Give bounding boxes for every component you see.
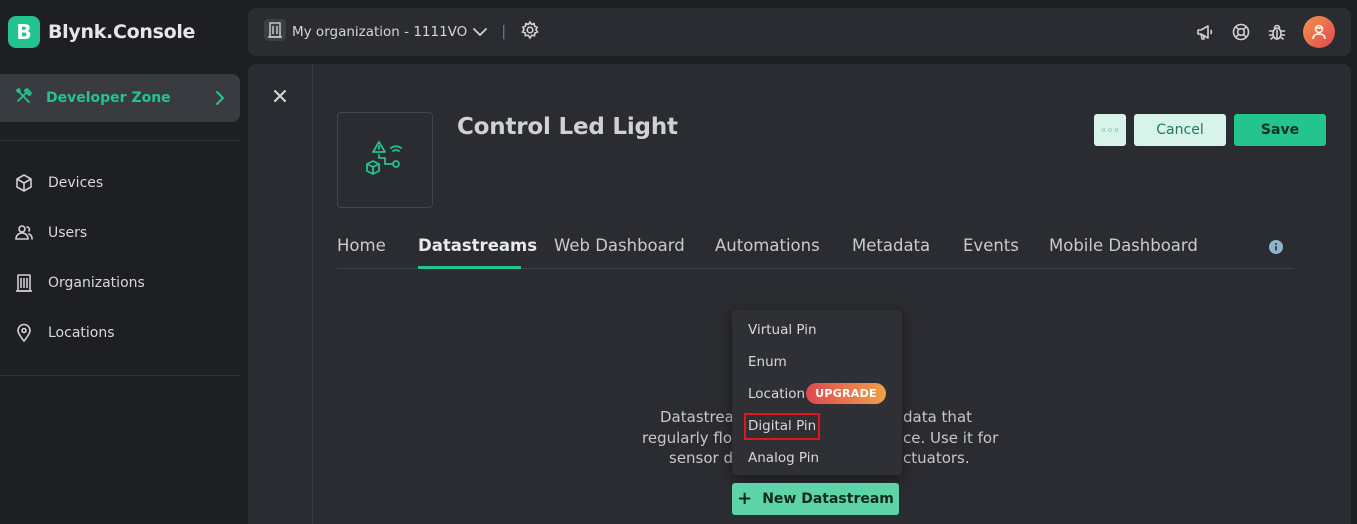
top-bar: My organization - 1111VO | [248, 8, 1351, 56]
sidebar-item-label: Organizations [48, 275, 145, 291]
sidebar-item-organizations[interactable]: Organizations [14, 271, 145, 295]
new-datastream-button[interactable]: + New Datastream [732, 483, 899, 515]
save-button[interactable]: Save [1234, 114, 1326, 146]
lifebuoy-icon[interactable] [1231, 22, 1251, 42]
sidebar: B Blynk.Console Developer Zone Devices U… [0, 0, 248, 524]
empty-state-text: Datastrea [660, 408, 734, 426]
tab-datastreams[interactable]: Datastreams [418, 236, 537, 255]
template-icon[interactable] [337, 112, 433, 208]
plus-icon: + [737, 488, 753, 509]
developer-zone-label: Developer Zone [46, 90, 171, 106]
close-icon[interactable] [272, 88, 288, 108]
sidebar-item-label: Locations [48, 325, 115, 341]
building-icon [264, 19, 286, 45]
org-name[interactable]: My organization - 1111VO [292, 24, 467, 40]
tools-icon [14, 86, 34, 110]
menu-item-location[interactable]: Location [748, 386, 805, 402]
more-options-button[interactable]: ◦◦◦ [1094, 114, 1126, 146]
sidebar-item-locations[interactable]: Locations [14, 321, 115, 345]
highlight-box [744, 413, 820, 440]
gear-icon[interactable] [520, 20, 540, 44]
divider [312, 64, 313, 524]
sidebar-item-label: Users [48, 225, 88, 241]
cancel-button[interactable]: Cancel [1134, 114, 1226, 146]
building-icon [14, 273, 34, 293]
users-icon [14, 223, 34, 243]
tab-events[interactable]: Events [963, 236, 1019, 255]
location-pin-icon [14, 323, 34, 343]
brand-name: Blynk.Console [48, 21, 196, 43]
menu-item-analog-pin[interactable]: Analog Pin [748, 450, 819, 466]
tab-bar: Home Datastreams Web Dashboard Automatio… [337, 234, 1294, 269]
chevron-down-icon[interactable] [471, 23, 489, 41]
sidebar-item-label: Devices [48, 175, 104, 191]
megaphone-icon[interactable] [1195, 22, 1215, 42]
menu-item-enum[interactable]: Enum [748, 354, 787, 370]
new-datastream-label: New Datastream [762, 491, 894, 507]
brand[interactable]: B Blynk.Console [8, 16, 195, 48]
empty-state-text: ce. Use it for [903, 429, 999, 447]
chevron-right-icon [210, 88, 230, 112]
active-tab-indicator [418, 266, 521, 269]
empty-state-text: ctuators. [903, 449, 970, 467]
blynk-logo: B [8, 16, 40, 48]
separator: | [501, 24, 507, 40]
empty-state-text: regularly flo [642, 429, 733, 447]
menu-item-virtual-pin[interactable]: Virtual Pin [748, 322, 817, 338]
tab-web-dashboard[interactable]: Web Dashboard [554, 236, 685, 255]
cube-icon [14, 173, 34, 193]
divider [0, 140, 240, 141]
tab-automations[interactable]: Automations [715, 236, 820, 255]
empty-state-text: sensor d [669, 449, 733, 467]
divider [0, 375, 240, 376]
sidebar-item-users[interactable]: Users [14, 221, 87, 245]
tab-home[interactable]: Home [337, 236, 386, 255]
sidebar-item-developer-zone[interactable]: Developer Zone [0, 74, 240, 122]
template-title: Control Led Light [457, 114, 678, 140]
empty-state-text: data that [903, 408, 973, 426]
avatar[interactable] [1303, 16, 1335, 48]
org-switcher[interactable]: My organization - 1111VO | [264, 19, 540, 45]
bug-icon[interactable] [1267, 22, 1287, 42]
upgrade-badge[interactable]: UPGRADE [806, 383, 886, 404]
device-template-icon [366, 141, 402, 175]
sidebar-item-devices[interactable]: Devices [14, 171, 103, 195]
tab-mobile-dashboard[interactable]: Mobile Dashboard [1049, 236, 1198, 255]
tab-metadata[interactable]: Metadata [852, 236, 930, 255]
info-icon[interactable] [1269, 239, 1283, 258]
